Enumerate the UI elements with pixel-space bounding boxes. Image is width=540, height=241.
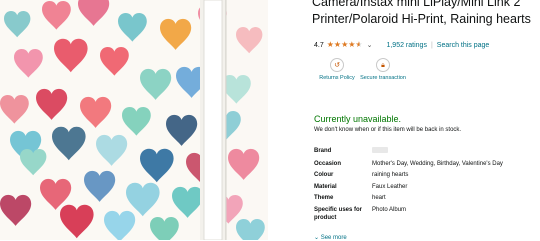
spec-row: Brand bbox=[314, 147, 538, 160]
product-specs-table: Brand Occasion Mother's Day, Wedding, Bi… bbox=[314, 147, 538, 225]
product-image[interactable] bbox=[0, 0, 268, 240]
rating-value: 4.7 bbox=[314, 41, 324, 49]
availability-note: We don't know when or if this item will … bbox=[314, 127, 462, 133]
spec-value: Photo Album bbox=[372, 206, 407, 213]
star-icon: ★ bbox=[348, 40, 356, 49]
redacted-brand bbox=[372, 147, 388, 153]
spec-key: Brand bbox=[314, 148, 332, 154]
product-title: Camera/Instax mini LiPlay/Mini Link 2 Pr… bbox=[312, 0, 531, 26]
spec-key: Material bbox=[314, 183, 337, 190]
rating-row: 4.7 ★ ★ ★ ★ ★ ⌄ 1,952 ratings | Search t… bbox=[314, 41, 490, 50]
star-icon: ★ bbox=[326, 40, 334, 49]
spec-value: heart bbox=[372, 195, 386, 201]
product-details: Camera/Instax mini LiPlay/Mini Link 2 Pr… bbox=[312, 0, 540, 241]
star-rating[interactable]: ★ ★ ★ ★ ★ bbox=[327, 41, 363, 49]
spec-row: Colour raining hearts bbox=[314, 171, 538, 183]
spec-value bbox=[372, 147, 538, 160]
spec-key: Specific uses for product bbox=[314, 206, 363, 221]
separator: | bbox=[430, 41, 433, 49]
secure-transaction-label: Secure transaction bbox=[360, 75, 406, 81]
secure-transaction-feature[interactable]: 🔒︎ Secure transaction bbox=[354, 58, 412, 82]
availability-status: Currently unavailable. bbox=[314, 114, 402, 124]
spec-key: Colour bbox=[314, 172, 334, 178]
lock-icon: 🔒︎ bbox=[376, 58, 390, 72]
star-icon: ★ bbox=[333, 40, 342, 49]
spec-value: raining hearts bbox=[372, 172, 409, 178]
ratings-count-link[interactable]: 1,952 ratings bbox=[386, 42, 426, 49]
spec-value: Mother's Day, Wedding, Birthday, Valenti… bbox=[372, 160, 503, 167]
spec-key: Theme bbox=[314, 195, 334, 201]
spec-row: Specific uses for product Photo Album bbox=[314, 206, 538, 226]
spec-row: Material Faux Leather bbox=[314, 183, 538, 195]
spec-row: Theme heart bbox=[314, 194, 538, 206]
star-half-icon: ★ bbox=[355, 40, 363, 49]
return-box-icon: ↺ bbox=[330, 58, 344, 72]
chevron-down-icon[interactable]: ⌄ bbox=[367, 41, 373, 49]
heart-pattern-illustration bbox=[0, 0, 268, 240]
spec-value: Faux Leather bbox=[372, 183, 408, 190]
see-more-label: See more bbox=[320, 235, 347, 241]
spec-row: Occasion Mother's Day, Wedding, Birthday… bbox=[314, 160, 538, 172]
search-this-page-link[interactable]: Search this page bbox=[437, 42, 490, 49]
star-icon: ★ bbox=[341, 40, 349, 49]
chevron-down-icon: ⌄ bbox=[314, 235, 320, 241]
spec-key: Occasion bbox=[314, 160, 342, 167]
